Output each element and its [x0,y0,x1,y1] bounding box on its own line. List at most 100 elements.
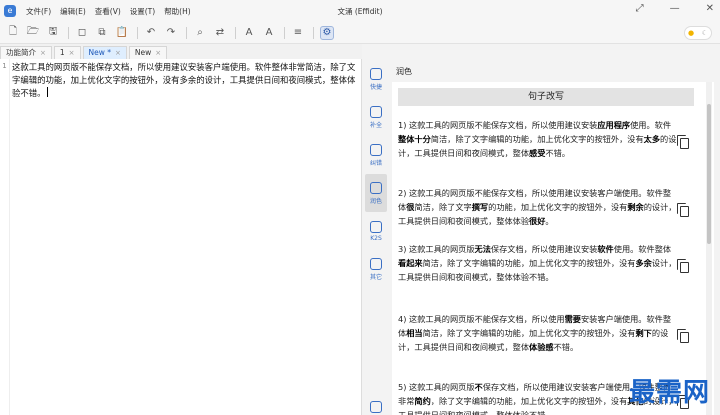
rewritten-word: 不 [474,382,483,392]
close-icon[interactable]: × [115,47,121,59]
rewritten-word: 剩余 [627,202,644,212]
paste-icon[interactable]: 📋 [115,26,129,40]
nav-k2s[interactable]: K2S [365,212,387,250]
copy-icon[interactable]: ⧉ [95,26,109,40]
k2s-icon [370,220,382,233]
title-bar: e 文件(F) 编辑(E) 查看(V) 设置(T) 帮助(H) 文涌 (Effi… [0,0,720,22]
rewritten-word: 撰写 [471,202,489,212]
close-icon[interactable]: × [155,47,161,59]
save-icon[interactable]: 🖫 [46,26,60,40]
tab-label: 功能简介 [6,48,36,57]
editor-content[interactable]: 这款工具的网页版不能保存文档，所以使用建议安装客户端使用。软件整体非常简洁，除了… [12,61,360,100]
suggestion-text: 4) 这款工具的网页版不能保存文档，所以使用 [398,314,565,324]
bottom-tool-icon[interactable] [370,401,382,413]
suggestion-item[interactable]: 3) 这款工具的网页版无法保存文档，所以使用建议安装软件使用。软件整体看起来简洁… [398,242,678,284]
tab-new[interactable]: New × [128,46,168,59]
rewritten-word: 看起来 [398,258,423,268]
suggestion-text: ，除了文字编辑的功能，加上优化文字的按钮外，没有 [430,396,628,406]
suggestion-item[interactable]: 4) 这款工具的网页版不能保存文档，所以使用需要安装客户端使用。软件整体相当简洁… [398,312,678,354]
suggestion-text: 使用。软件 [630,120,672,130]
suggestion-text: 。 [545,216,554,226]
tab-label: New [134,48,152,57]
menu-edit[interactable]: 编辑(E) [60,6,86,17]
nav-label: 其它 [369,273,382,281]
close-icon[interactable]: × [69,47,75,59]
rewritten-word: 需要 [564,314,581,324]
assistant-icon[interactable]: ⚙ [320,25,334,40]
minimize-icon[interactable]: — [670,3,680,14]
menu-help[interactable]: 帮助(H) [164,6,191,17]
polish-icon [370,181,382,194]
toolbar-divider [313,26,314,39]
rewritten-word: 简约 [414,396,431,406]
toolbar-divider [68,26,69,39]
theme-toggle[interactable]: ● ☾ [684,26,712,40]
undo-icon[interactable]: ↶ [144,26,158,40]
suggestion-item[interactable]: 2) 这款工具的网页版不能保存文档，所以使用建议安装客户端使用。软件整体很简洁，… [398,186,678,228]
tab-new-modified[interactable]: New * × [82,46,127,59]
toolbar-divider [235,26,236,39]
nav-correct[interactable]: 纠错 [365,136,387,174]
line-number: 1 [0,59,10,415]
nav-complete[interactable]: 补全 [365,98,387,136]
rewritten-word: 应用程序 [597,120,631,130]
menu-settings[interactable]: 设置(T) [130,6,155,17]
rewritten-word: 太多 [643,134,661,144]
editor-text: 这款工具的网页版不能保存文档，所以使用建议安装客户端使用。软件整体非常简洁，除了… [12,62,356,98]
panel-header: 句子改写 [398,88,694,106]
scrollbar[interactable] [706,82,712,415]
toolbar-divider [284,26,285,39]
suggestion-text: 简洁，除了文字编辑的功能，加上优化文字的按钮外，没有 [430,134,644,144]
toolbar: 🗋 🗁 🖫 ◻ ⧉ 📋 ↶ ↷ ⌕ ⇄ A A ≡ ⚙ ● ☾ [0,22,720,44]
copy-icon[interactable] [677,259,689,273]
open-folder-icon[interactable]: 🗁 [26,26,40,40]
nav-polish[interactable]: 润色 [365,174,387,212]
menu-file[interactable]: 文件(F) [26,6,51,17]
tab-label: 1 [59,48,65,57]
suggestion-item[interactable]: 1) 这款工具的网页版不能保存文档，所以使用建议安装应用程序使用。软件整体十分简… [398,118,678,160]
feature-sidebar: 快捷 补全 纠错 润色 K2S 其它 [365,60,387,415]
suggestion-text: 5) 这款工具的网页版 [398,382,475,392]
font-increase-icon[interactable]: A [262,26,276,40]
rewritten-word: 软件 [597,244,614,254]
font-decrease-icon[interactable]: A [242,26,256,40]
suggestion-text: 不错。 [545,148,570,158]
nav-other[interactable]: 其它 [365,250,387,288]
nav-label: 快捷 [369,83,382,91]
menu-bar: 文件(F) 编辑(E) 查看(V) 设置(T) 帮助(H) [26,6,191,17]
rewritten-word: 无法 [474,244,491,254]
nav-label: 补全 [369,121,382,129]
rewritten-word: 整体十分 [398,134,431,144]
new-file-icon[interactable]: 🗋 [6,26,20,40]
suggestion-text: 简洁，除了文字 [414,202,472,212]
find-icon[interactable]: ⌕ [193,26,207,40]
tab-intro[interactable]: 功能简介 × [0,46,52,59]
suggestion-panel: 句子改写 1) 这款工具的网页版不能保存文档，所以使用建议安装应用程序使用。软件… [392,82,714,415]
panel-title: 润色 [396,67,412,76]
toolbar-divider [137,26,138,39]
rewritten-word: 相当 [406,328,423,338]
close-icon[interactable]: ✕ [706,3,714,14]
close-icon[interactable]: × [40,47,46,59]
copy-icon[interactable] [677,203,689,217]
tab-1[interactable]: 1 × [53,46,81,59]
rewritten-word: 感受 [529,148,546,158]
text-editor[interactable]: 1 这款工具的网页版不能保存文档，所以使用建议安装客户端使用。软件整体非常简洁，… [0,59,362,415]
redo-icon[interactable]: ↷ [164,26,178,40]
rewritten-word: 体验感 [529,342,554,352]
suggestion-text: 简洁，除了文字编辑的功能，加上优化文字的按钮外，没有 [422,328,636,338]
rewritten-word: 多余 [635,258,652,268]
scroll-thumb[interactable] [707,104,711,244]
suggestion-text: 使用。软件整体 [613,244,672,254]
shortcut-icon [370,67,382,80]
copy-icon[interactable] [677,329,689,343]
replace-icon[interactable]: ⇄ [213,26,227,40]
copy-icon[interactable] [677,135,689,149]
expand-icon[interactable]: ⤢ [636,3,644,14]
nav-shortcut[interactable]: 快捷 [365,60,387,98]
moon-icon: ☾ [701,29,708,37]
wrap-text-icon[interactable]: ≡ [291,26,305,40]
nav-label: 润色 [369,197,382,205]
cut-icon[interactable]: ◻ [75,26,89,40]
menu-view[interactable]: 查看(V) [95,6,121,17]
